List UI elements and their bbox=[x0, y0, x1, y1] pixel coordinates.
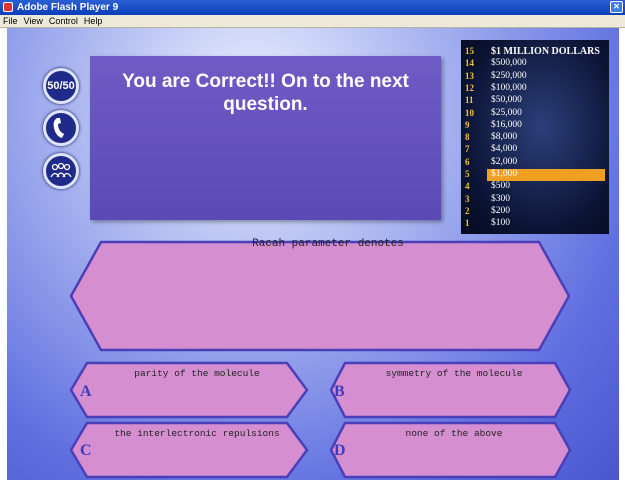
menu-file[interactable]: File bbox=[0, 15, 21, 28]
window-titlebar: Adobe Flash Player 9 ✕ bbox=[0, 0, 625, 15]
menu-help[interactable]: Help bbox=[81, 15, 106, 28]
answer-a-text: parity of the molecule bbox=[134, 368, 260, 379]
game-stage: 50/50 You are Correct!! On to the next q… bbox=[7, 28, 619, 480]
answer-a-letter: A bbox=[80, 383, 92, 400]
window-title: Adobe Flash Player 9 bbox=[17, 2, 119, 13]
answer-c-text: the interlectronic repulsions bbox=[114, 428, 280, 439]
menu-bar: File View Control Help bbox=[0, 15, 625, 28]
answer-d-text: none of the above bbox=[405, 428, 503, 439]
menu-view[interactable]: View bbox=[21, 15, 46, 28]
answer-c-letter: C bbox=[80, 442, 92, 459]
question-panel bbox=[69, 240, 571, 352]
answer-d-letter: D bbox=[334, 442, 346, 459]
flash-app-icon bbox=[3, 2, 13, 12]
close-icon[interactable]: ✕ bbox=[610, 1, 623, 13]
answer-panels bbox=[69, 240, 572, 479]
question-text: Racah parameter denotes bbox=[252, 238, 404, 250]
menu-control[interactable]: Control bbox=[46, 15, 81, 28]
answer-b-text: symmetry of the molecule bbox=[385, 368, 523, 379]
answer-b-letter: B bbox=[334, 383, 345, 400]
